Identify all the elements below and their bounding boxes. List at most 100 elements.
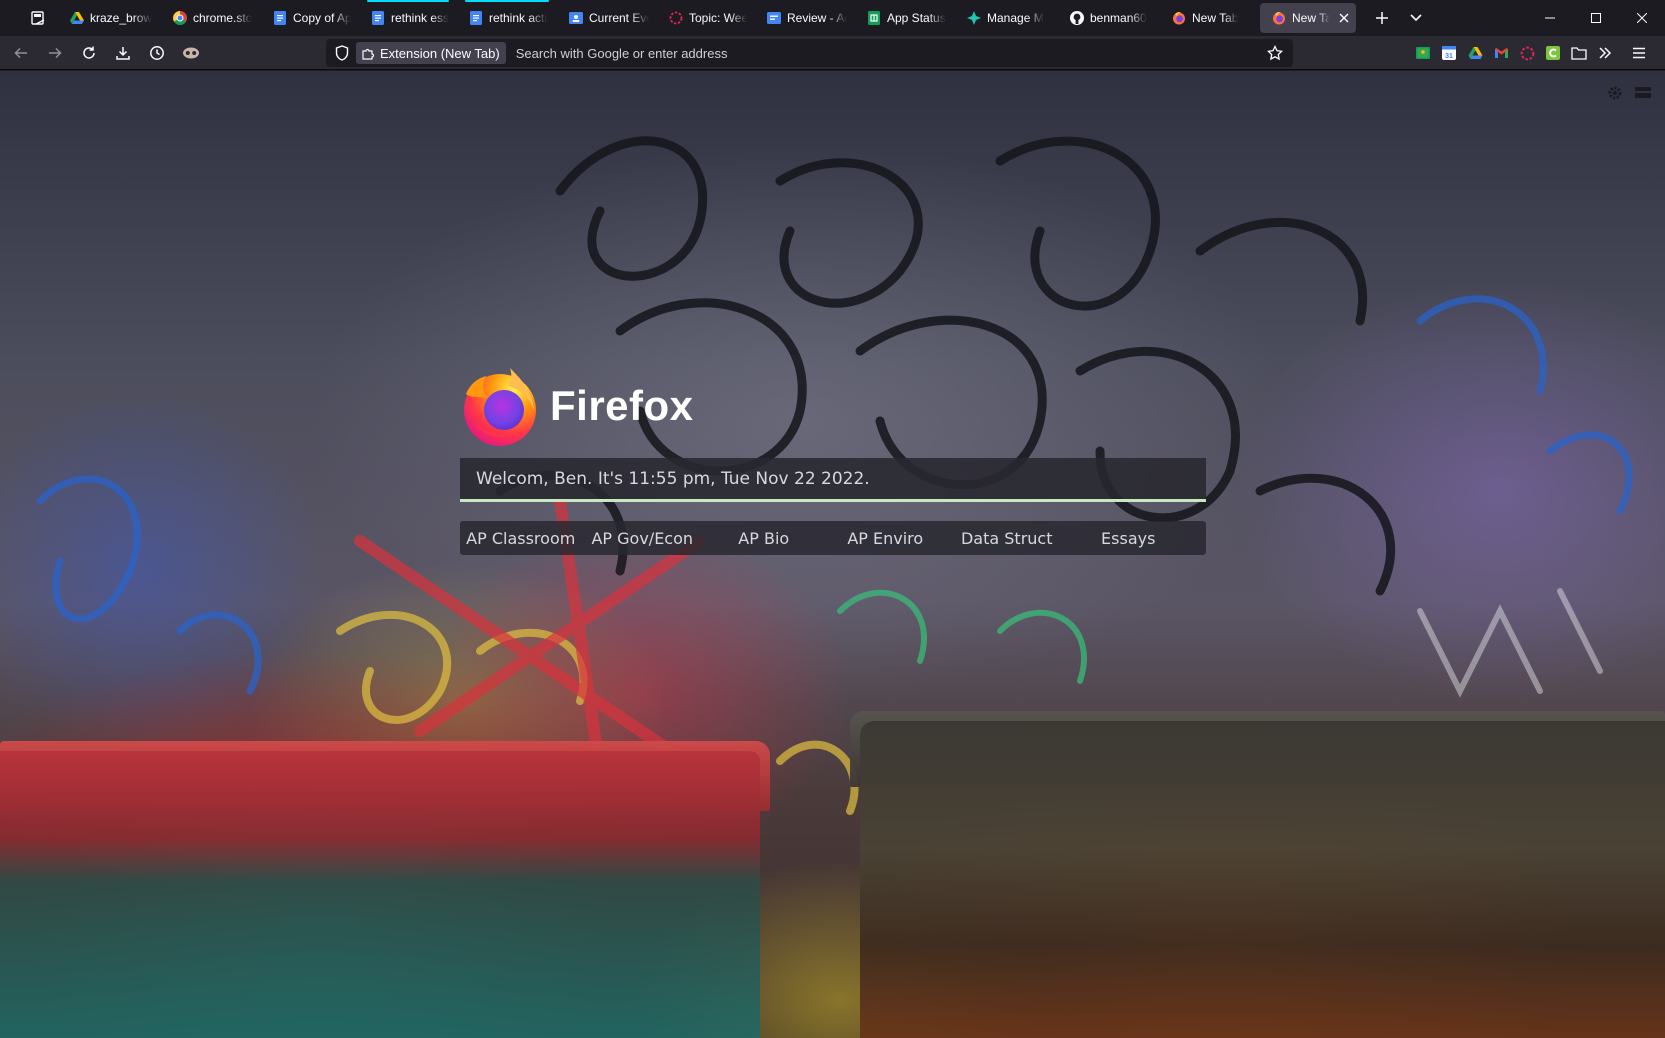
tab-label: rethink acti [489,11,548,25]
identity-label: Extension (New Tab) [380,45,500,61]
tab[interactable]: Copy of Ap [261,0,359,36]
private-mask-button[interactable] [174,38,208,68]
google-sheets-icon [867,11,881,25]
tab-label: Current Eve [589,11,649,25]
new-tab-page: Firefox Welcom, Ben. It's 11:55 pm, Tue … [0,71,1665,1038]
downloads-button[interactable] [106,38,140,68]
quick-link-ap-gov-econ[interactable]: AP Gov/Econ [582,529,704,548]
maximize-icon [1591,13,1601,23]
puzzle-piece-icon [362,47,375,60]
navigation-toolbar: Extension (New Tab) 31 [0,36,1665,70]
tab[interactable]: chrome.sto [161,0,261,36]
tab[interactable]: New Tab [1160,0,1256,36]
identity-box[interactable]: Extension (New Tab) [356,42,506,64]
tab-label: New Tab [1292,11,1331,25]
close-icon [1637,13,1647,23]
tab-label: benman60 [1090,11,1147,25]
page-corner-controls [1605,83,1653,103]
back-button[interactable] [4,38,38,68]
google-docs-icon [273,11,287,25]
loading-ring-icon [669,11,683,25]
tab-label: rethink ess [391,11,449,25]
forward-button[interactable] [38,38,72,68]
list-all-tabs-button[interactable] [1400,2,1432,34]
quick-link-ap-bio[interactable]: AP Bio [703,529,825,548]
folder-icon[interactable] [1566,40,1592,66]
gmail-ext-icon[interactable] [1488,40,1514,66]
bookmark-star-icon[interactable] [1261,39,1289,67]
quick-link-data-struct[interactable]: Data Struct [946,529,1068,548]
quick-link-ap-classroom[interactable]: AP Classroom [460,529,582,548]
minimize-button[interactable] [1527,0,1573,36]
tracking-protection-shield-icon[interactable] [328,39,356,67]
quick-links-bar: AP Classroom AP Gov/Econ AP Bio AP Envir… [460,521,1206,555]
firefox-icon [1272,11,1286,25]
tab[interactable]: Topic: Weel [657,0,755,36]
google-docs-icon [469,11,483,25]
chrome-icon [173,11,187,25]
tab-label: kraze_brow [90,11,153,25]
url-input[interactable] [515,45,1261,61]
github-icon [1070,11,1084,25]
tab[interactable]: kraze_brow [58,0,161,36]
tab[interactable]: App Status [855,0,955,36]
new-tab-button[interactable] [1366,2,1398,34]
graffiti-bin-left-body [0,751,760,1038]
tab-selected[interactable]: New Tab [1260,3,1356,33]
minimize-icon [1545,17,1555,19]
address-bar[interactable]: Extension (New Tab) [326,39,1293,67]
tab[interactable]: benman60 [1058,0,1160,36]
hamburger-menu-icon[interactable] [1626,40,1652,66]
tab-label: Review - Ac [787,11,847,25]
plus-icon [1376,12,1388,24]
reload-icon [83,46,95,59]
close-window-button[interactable] [1619,0,1665,36]
reload-button[interactable] [72,38,106,68]
mask-icon [183,47,199,58]
firefox-view-icon [31,11,45,25]
tab-label: Topic: Weel [689,11,747,25]
settings-gear-icon[interactable] [1605,83,1625,103]
close-tab-icon[interactable] [1338,11,1350,25]
overflow-chevron-icon[interactable] [1592,40,1618,66]
tab[interactable]: Manage M [955,0,1058,36]
tab-strip: kraze_brow chrome.sto Copy of Ap rethink… [0,0,1665,36]
back-arrow-icon [14,47,27,58]
google-classroom-icon [569,11,583,25]
tab[interactable]: Current Eve [557,0,657,36]
google-calendar-ext-icon[interactable]: 31 [1436,40,1462,66]
google-drive-icon [70,11,84,25]
tab-label: Copy of Ap [293,11,351,25]
layout-menu-icon[interactable] [1633,83,1653,103]
firefox-icon [1172,11,1186,25]
tab-label: chrome.sto [193,11,253,25]
firefox-brand: Firefox [460,361,694,451]
window-controls [1527,0,1665,36]
graffiti-bin-right-body [860,721,1665,1038]
tab-label: New Tab [1192,11,1239,25]
firefox-logo-icon [464,368,536,446]
google-docs-icon [371,11,385,25]
tab[interactable]: rethink ess [359,0,457,36]
tab[interactable]: rethink acti [457,0,557,36]
playing-indicator [367,0,449,2]
quick-link-ap-enviro[interactable]: AP Enviro [825,529,947,548]
extension-toolbar: 31 [1410,38,1652,68]
tab-list: kraze_brow chrome.sto Copy of Ap rethink… [58,0,1360,36]
chevron-down-icon [1410,14,1422,22]
google-classroom-ext-icon[interactable] [1410,40,1436,66]
welcome-message: Welcom, Ben. It's 11:55 pm, Tue Nov 22 2… [460,458,1206,502]
history-button[interactable] [140,38,174,68]
red-ring-ext-icon[interactable] [1514,40,1540,66]
maximize-button[interactable] [1573,0,1619,36]
firefox-view-button[interactable] [18,0,58,36]
svg-text:31: 31 [1445,53,1453,60]
playing-indicator [465,0,549,2]
google-drive-ext-icon[interactable] [1462,40,1488,66]
green-c-ext-icon[interactable] [1540,40,1566,66]
tab[interactable]: Review - Ac [755,0,855,36]
forward-arrow-icon [49,47,62,58]
google-forms-icon [767,11,781,25]
tab-label: Manage M [987,11,1044,25]
quick-link-essays[interactable]: Essays [1068,529,1190,548]
